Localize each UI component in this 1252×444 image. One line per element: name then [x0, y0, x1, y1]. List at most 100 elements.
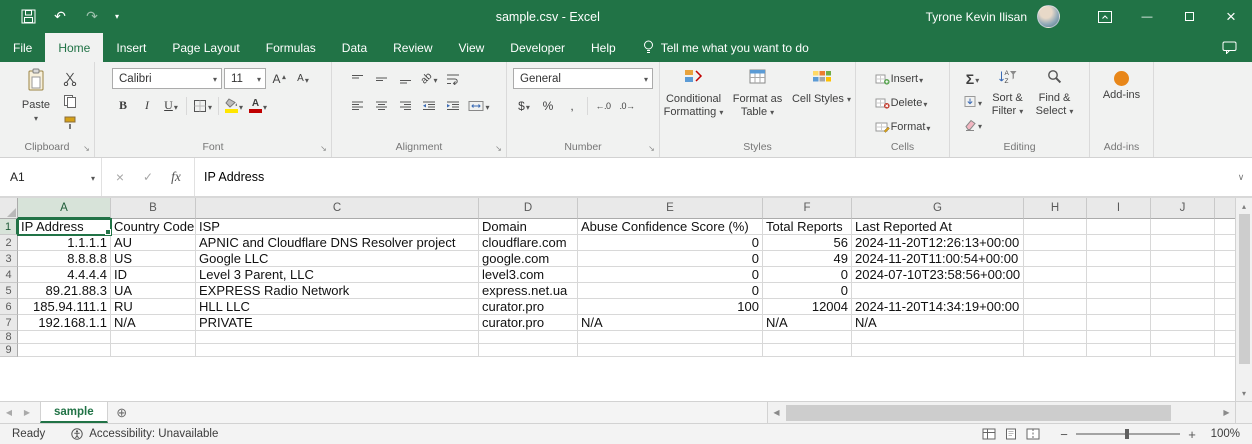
cell-B9[interactable]	[111, 344, 196, 357]
row-header-3[interactable]: 3	[0, 251, 18, 267]
scroll-up-icon[interactable]	[1236, 198, 1252, 214]
cell-B7[interactable]: N/A	[111, 315, 196, 331]
cell-C2[interactable]: APNIC and Cloudflare DNS Resolver projec…	[196, 235, 479, 251]
cell-A5[interactable]: 89.21.88.3	[18, 283, 111, 299]
tab-view[interactable]: View	[446, 33, 498, 62]
cell-I5[interactable]	[1087, 283, 1151, 299]
cell-E4[interactable]: 0	[578, 267, 763, 283]
cell-I1[interactable]	[1087, 219, 1151, 235]
cell-H9[interactable]	[1024, 344, 1087, 357]
avatar[interactable]	[1037, 5, 1060, 28]
increase-decimal-button[interactable]: ←.0	[592, 95, 614, 116]
align-right-button[interactable]	[394, 95, 416, 116]
zoom-level[interactable]: 100%	[1200, 428, 1240, 440]
tab-developer[interactable]: Developer	[497, 33, 578, 62]
insert-dropdown-icon[interactable]	[919, 72, 923, 86]
align-bottom-button[interactable]	[394, 68, 416, 89]
cell-G5[interactable]	[852, 283, 1024, 299]
next-sheet-icon[interactable]	[18, 402, 36, 423]
underline-dropdown-icon[interactable]	[174, 99, 178, 113]
insert-cells-button[interactable]: Insert	[873, 68, 926, 89]
save-button[interactable]	[12, 0, 44, 33]
user-name[interactable]: Tyrone Kevin Ilisan	[926, 10, 1027, 24]
name-box-dropdown-icon[interactable]	[91, 170, 95, 184]
accounting-dropdown-icon[interactable]	[526, 99, 530, 113]
format-dropdown-icon[interactable]	[926, 120, 930, 134]
borders-dropdown-icon[interactable]	[208, 99, 212, 113]
autosum-button[interactable]: Σ	[961, 68, 984, 89]
column-header-G[interactable]: G	[852, 198, 1024, 219]
cell-E8[interactable]	[578, 331, 763, 344]
row-header-1[interactable]: 1	[0, 219, 18, 235]
horizontal-scroll-thumb[interactable]	[786, 405, 1172, 421]
cell-F1[interactable]: Total Reports	[763, 219, 852, 235]
cell-styles-button[interactable]: Cell Styles	[790, 64, 854, 106]
format-cells-button[interactable]: Format	[873, 116, 933, 137]
page-layout-view-button[interactable]	[1004, 428, 1018, 440]
clear-dropdown-icon[interactable]	[978, 118, 982, 132]
insert-function-icon[interactable]: fx	[162, 169, 190, 185]
row-header-4[interactable]: 4	[0, 267, 18, 283]
scroll-down-icon[interactable]	[1236, 385, 1252, 401]
alignment-dialog-launcher[interactable]	[493, 143, 504, 154]
cell-C3[interactable]: Google LLC	[196, 251, 479, 267]
fill-button[interactable]	[961, 91, 984, 112]
cell-H6[interactable]	[1024, 299, 1087, 315]
decrease-decimal-button[interactable]: .0→	[616, 95, 638, 116]
cell-B1[interactable]: Country Code	[111, 219, 196, 235]
cell-E5[interactable]: 0	[578, 283, 763, 299]
italic-button[interactable]: I	[136, 95, 158, 116]
cell-A8[interactable]	[18, 331, 111, 344]
cell-D8[interactable]	[479, 331, 578, 344]
decrease-font-size-button[interactable]: A	[292, 68, 314, 89]
accessibility-status[interactable]: Accessibility: Unavailable	[61, 428, 228, 440]
cell-J8[interactable]	[1151, 331, 1215, 344]
cell-C5[interactable]: EXPRESS Radio Network	[196, 283, 479, 299]
bold-button[interactable]: B	[112, 95, 134, 116]
decrease-indent-button[interactable]	[418, 95, 440, 116]
cell-D2[interactable]: cloudflare.com	[479, 235, 578, 251]
cell-I8[interactable]	[1087, 331, 1151, 344]
cell-G6[interactable]: 2024-11-20T14:34:19+00:00	[852, 299, 1024, 315]
cell-A1[interactable]: IP Address	[17, 218, 112, 236]
cut-button[interactable]	[59, 68, 81, 89]
minimize-button[interactable]	[1126, 0, 1168, 33]
cell-A4[interactable]: 4.4.4.4	[18, 267, 111, 283]
restore-button[interactable]	[1168, 0, 1210, 33]
format-as-table-dropdown-icon[interactable]	[770, 106, 774, 119]
cell-H1[interactable]	[1024, 219, 1087, 235]
cell-G4[interactable]: 2024-07-10T23:58:56+00:00	[852, 267, 1024, 283]
cell-E2[interactable]: 0	[578, 235, 763, 251]
row-header-2[interactable]: 2	[0, 235, 18, 251]
cell-J6[interactable]	[1151, 299, 1215, 315]
comma-style-button[interactable]: ,	[561, 95, 583, 116]
cell-I6[interactable]	[1087, 299, 1151, 315]
autosum-dropdown-icon[interactable]	[975, 72, 979, 86]
cell-B4[interactable]: ID	[111, 267, 196, 283]
share-button[interactable]	[1222, 33, 1252, 62]
cell-F2[interactable]: 56	[763, 235, 852, 251]
cell-G7[interactable]: N/A	[852, 315, 1024, 331]
tab-help[interactable]: Help	[578, 33, 629, 62]
cell-J2[interactable]	[1151, 235, 1215, 251]
font-family-dropdown-icon[interactable]	[213, 73, 217, 85]
font-size-select[interactable]: 11	[224, 68, 266, 89]
cell-D6[interactable]: curator.pro	[479, 299, 578, 315]
align-middle-button[interactable]	[370, 68, 392, 89]
close-button[interactable]	[1210, 0, 1252, 33]
find-select-button[interactable]: Find & Select	[1031, 64, 1078, 118]
cell-B3[interactable]: US	[111, 251, 196, 267]
addins-button[interactable]: Add-ins	[1094, 64, 1150, 102]
tab-page-layout[interactable]: Page Layout	[159, 33, 252, 62]
row-header-7[interactable]: 7	[0, 315, 18, 331]
undo-button[interactable]	[44, 0, 76, 33]
delete-dropdown-icon[interactable]	[923, 96, 927, 110]
column-header-H[interactable]: H	[1024, 198, 1087, 219]
customize-qat-icon[interactable]	[108, 0, 126, 33]
cell-B2[interactable]: AU	[111, 235, 196, 251]
cell-J4[interactable]	[1151, 267, 1215, 283]
cell-G8[interactable]	[852, 331, 1024, 344]
cell-A6[interactable]: 185.94.111.1	[18, 299, 111, 315]
cell-F7[interactable]: N/A	[763, 315, 852, 331]
normal-view-button[interactable]	[982, 428, 996, 440]
